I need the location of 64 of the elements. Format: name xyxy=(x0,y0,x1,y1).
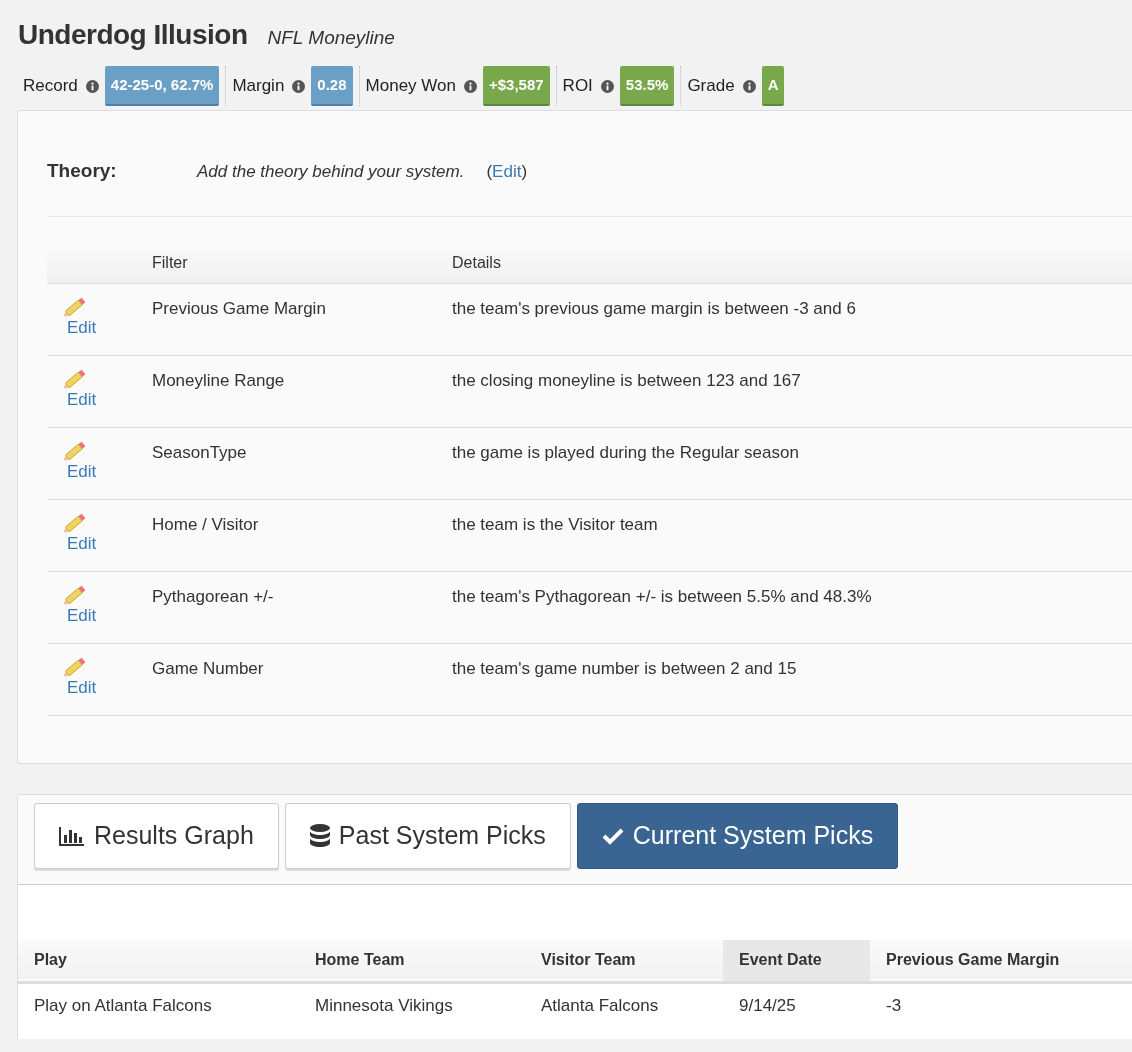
info-icon xyxy=(463,79,477,93)
column-header: Details xyxy=(452,243,1132,284)
table-cell: the team's previous game margin is between -3 and 6 xyxy=(452,283,1132,356)
pencil-icon[interactable] xyxy=(62,368,88,390)
table-cell: Minnesota Vikings xyxy=(299,982,525,1028)
table-cell: the team is the Visitor team xyxy=(452,499,1132,572)
table-cell: Home / Visitor xyxy=(152,499,452,572)
table-cell: 9/14/25 xyxy=(723,982,870,1028)
tab[interactable]: Past System Picks xyxy=(284,803,571,869)
column-header: Filter xyxy=(152,243,452,284)
stat-label: Margin xyxy=(232,75,285,98)
tab[interactable]: Current System Picks xyxy=(576,803,899,869)
pencil-icon[interactable] xyxy=(62,296,88,318)
column-header[interactable]: Visitor Team xyxy=(525,940,723,982)
tab[interactable]: Results Graph xyxy=(34,803,279,869)
edit-link[interactable]: Edit xyxy=(67,606,152,626)
stat-badge: +$3,587 xyxy=(482,66,550,106)
paren-text: ( xyxy=(486,162,493,181)
edit-link[interactable]: Edit xyxy=(67,534,152,554)
column-header[interactable]: Previous Game Margin xyxy=(870,940,1132,982)
paren-text: ) xyxy=(521,162,528,181)
stat-badge: 42-25-0, 62.7% xyxy=(104,66,220,106)
stat-badge: 0.28 xyxy=(311,66,353,106)
table-cell: Atlanta Falcons xyxy=(525,982,723,1028)
edit-link[interactable]: Edit xyxy=(492,162,522,181)
table-cell: Play on Atlanta Falcons xyxy=(18,982,299,1028)
table-cell: Previous Game Margin xyxy=(152,283,452,356)
edit-link[interactable]: Edit xyxy=(67,462,152,482)
edit-link[interactable]: Edit xyxy=(67,318,152,338)
pencil-icon[interactable] xyxy=(62,656,88,678)
stat-label: Record xyxy=(23,75,78,98)
edit-link[interactable]: Edit xyxy=(67,678,152,698)
table-cell: the team's game number is between 2 and 15 xyxy=(452,643,1132,716)
column-header[interactable]: Play xyxy=(18,940,299,982)
theory-text: Add the theory behind your system. xyxy=(197,161,465,183)
info-icon xyxy=(292,79,306,93)
info-icon xyxy=(85,79,99,93)
table-cell: the game is played during the Regular season xyxy=(452,427,1132,500)
pencil-icon[interactable] xyxy=(62,512,88,534)
stat-label: Money Won xyxy=(365,75,456,98)
theory-label: Theory: xyxy=(47,159,118,183)
column-header[interactable]: Event Date xyxy=(723,940,870,982)
table-cell: Game Number xyxy=(152,643,452,716)
stat-badge: 53.5% xyxy=(619,66,675,106)
table-cell: Moneyline Range xyxy=(152,355,452,428)
info-icon xyxy=(742,79,756,93)
bar-chart-icon xyxy=(59,826,85,846)
stat-badge: A xyxy=(761,66,785,106)
edit-link[interactable]: Edit xyxy=(67,390,152,410)
stat-label: ROI xyxy=(562,75,593,98)
table-cell: the team's Pythagorean +/- is between 5.5% and 48.3% xyxy=(452,571,1132,644)
table-cell: -3 xyxy=(870,982,1132,1028)
pencil-icon[interactable] xyxy=(62,584,88,606)
table-cell: SeasonType xyxy=(152,427,452,500)
column-header[interactable]: Home Team xyxy=(299,940,525,982)
stat-label: Grade xyxy=(687,75,735,98)
pencil-icon[interactable] xyxy=(62,440,88,462)
info-icon xyxy=(600,79,614,93)
database-icon xyxy=(309,824,330,848)
system-subtitle: NFL Moneyline xyxy=(267,26,395,50)
check-icon xyxy=(601,827,624,845)
system-title: Underdog Illusion xyxy=(18,18,248,52)
table-cell: the closing moneyline is between 123 and 167 xyxy=(452,355,1132,428)
table-cell: Pythagorean +/- xyxy=(152,571,452,644)
